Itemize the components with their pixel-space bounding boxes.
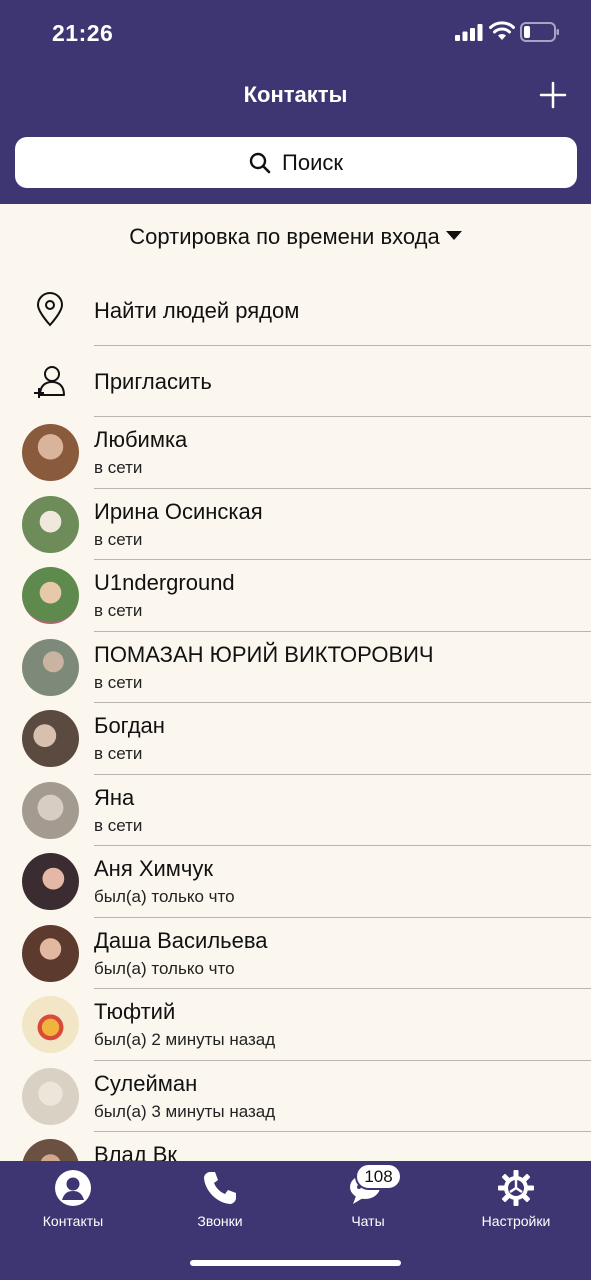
avatar [22, 924, 79, 982]
contact-status: в сети [94, 458, 143, 477]
invite-row[interactable]: Пригласить [0, 345, 591, 417]
avatar [22, 1067, 79, 1125]
find-nearby-label: Найти людей рядом [94, 298, 300, 323]
contact-row[interactable]: Ирина Осинская в сети [0, 489, 591, 560]
avatar [22, 853, 79, 910]
avatar [22, 424, 79, 481]
sort-label: Сортировка по времени входа [129, 224, 440, 249]
contact-status: был(а) 2 минуты назад [94, 1030, 276, 1049]
avatar [22, 710, 79, 767]
contact-name: Яна [94, 784, 135, 810]
settings-icon [498, 1170, 534, 1206]
contact-row[interactable]: U1nderground в сети [0, 560, 591, 632]
tab-label: Звонки [197, 1213, 243, 1229]
tab-calls[interactable]: Звонки [150, 1167, 290, 1237]
contact-status: был(а) только что [94, 958, 235, 978]
contact-name: Ирина Осинская [94, 498, 263, 524]
contact-name: Любимка [94, 427, 188, 452]
tab-label: Чаты [351, 1213, 385, 1229]
contact-name: U1nderground [94, 570, 235, 595]
contact-row[interactable]: Любимка в сети [0, 417, 591, 489]
battery-icon [520, 22, 559, 42]
contacts-list: Любимка в сети Ирина Осинская в сети U1n… [0, 417, 591, 1204]
contact-status: в сети [94, 744, 143, 763]
contact-status: в сети [94, 601, 143, 620]
contact-row[interactable]: ПОМАЗАН ЮРИЙ ВИКТОРОВИЧ в сети [0, 632, 591, 703]
contact-row[interactable]: Тюфтий был(а) 2 минуты назад [0, 989, 591, 1061]
tab-settings[interactable]: Настройки [446, 1167, 586, 1237]
status-bar: 21:26 [0, 0, 591, 64]
contact-name: Богдан [94, 713, 165, 738]
contact-name: Тюфтий [94, 999, 176, 1024]
top-bar: 21:26 Контакты Поиск [0, 0, 591, 204]
chats-unread-badge: 108 [355, 1163, 402, 1190]
avatar [22, 567, 79, 624]
contact-name: Аня Химчук [94, 856, 214, 881]
contact-row[interactable]: Аня Химчук был(а) только что [0, 846, 591, 918]
status-time: 21:26 [52, 20, 114, 46]
contact-status: был(а) 3 минуты назад [94, 1101, 276, 1121]
contact-name: Даша Васильева [94, 927, 268, 953]
avatar [22, 781, 79, 839]
wifi-icon [489, 21, 515, 40]
contact-row[interactable]: Яна в сети [0, 775, 591, 846]
tab-label: Контакты [42, 1213, 104, 1229]
avatar [22, 495, 79, 553]
contact-name: Сулейман [94, 1070, 198, 1096]
search-input[interactable]: Поиск [15, 137, 577, 188]
contact-status: в сети [94, 815, 143, 835]
contact-row[interactable]: Богдан в сети [0, 703, 591, 775]
search-icon [249, 152, 271, 173]
cellular-signal-icon [455, 24, 483, 41]
add-user-icon [34, 366, 65, 398]
sort-dropdown[interactable]: Сортировка по времени входа [0, 224, 591, 250]
location-pin-icon [36, 292, 64, 327]
invite-label: Пригласить [94, 369, 212, 394]
avatar [22, 638, 79, 696]
contact-status: в сети [94, 672, 143, 692]
contact-name: ПОМАЗАН ЮРИЙ ВИКТОРОВИЧ [94, 641, 434, 667]
contact-row[interactable]: Сулейман был(а) 3 минуты назад [0, 1061, 591, 1132]
page-title: Контакты [243, 82, 348, 107]
phone-icon [204, 1172, 236, 1204]
find-nearby-row[interactable]: Найти людей рядом [0, 274, 591, 346]
home-indicator[interactable] [190, 1260, 401, 1266]
tab-contacts[interactable]: Контакты [3, 1167, 143, 1237]
avatar [22, 996, 79, 1053]
contact-status: в сети [94, 529, 143, 549]
tab-label: Настройки [481, 1213, 551, 1229]
caret-down-icon [445, 231, 462, 240]
plus-icon[interactable] [538, 80, 568, 110]
contact-status: был(а) только что [94, 887, 235, 906]
contacts-icon [55, 1170, 91, 1206]
search-placeholder: Поиск [282, 149, 343, 175]
contact-row[interactable]: Даша Васильева был(а) только что [0, 918, 591, 989]
